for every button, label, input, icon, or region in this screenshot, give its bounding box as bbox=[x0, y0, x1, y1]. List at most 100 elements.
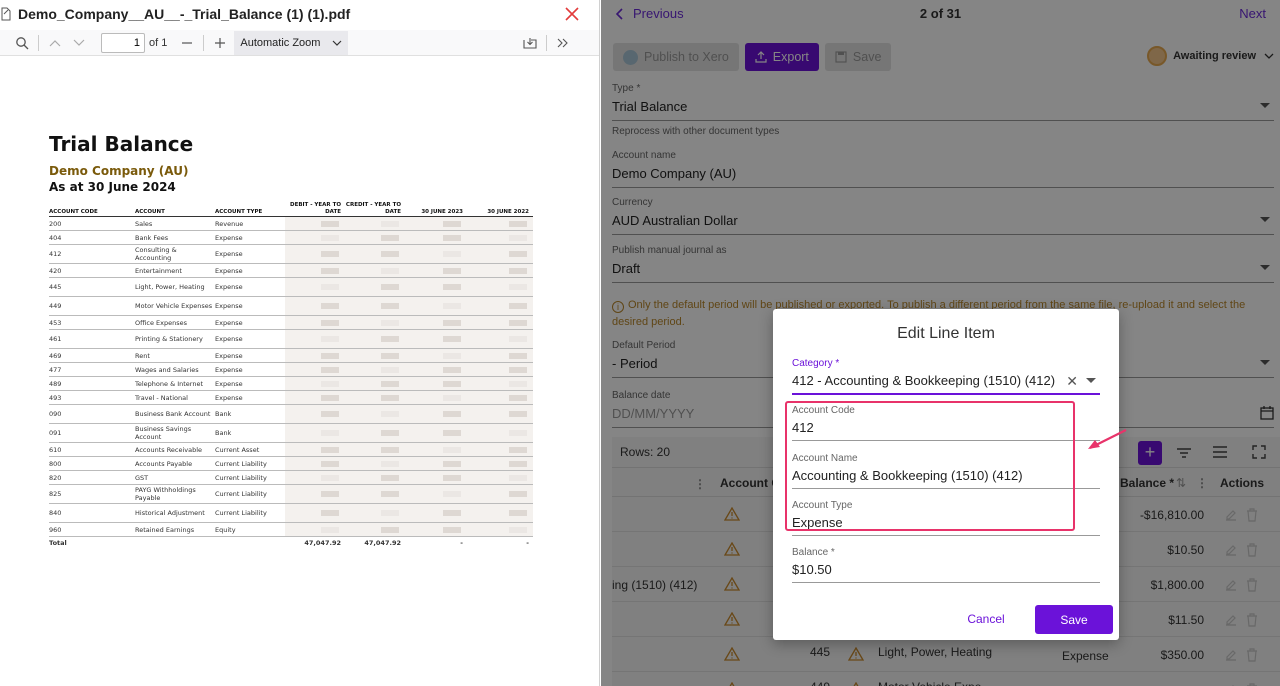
redacted-cell bbox=[285, 503, 345, 523]
more-tools-icon[interactable] bbox=[551, 32, 575, 54]
redacted-cell bbox=[345, 230, 405, 245]
account-code-field[interactable]: Account Code 412 bbox=[792, 405, 1100, 441]
redacted-cell bbox=[467, 376, 533, 391]
balance-value[interactable]: $10.50 bbox=[792, 562, 1100, 583]
cell-account: Motor Vehicle Expenses bbox=[135, 296, 215, 316]
cell-code: 461 bbox=[49, 329, 135, 349]
save-button[interactable]: Save bbox=[1035, 605, 1113, 634]
category-label: Category bbox=[792, 358, 833, 369]
document-company: Demo Company (AU) bbox=[49, 164, 189, 178]
zoom-in-icon[interactable] bbox=[208, 32, 232, 54]
table-row: 445 Light, Power, Heating Expense bbox=[49, 277, 533, 297]
cell-code: 825 bbox=[49, 484, 135, 504]
redacted-cell bbox=[345, 484, 405, 504]
pdf-titlebar: Demo_Company__AU__-_Trial_Balance (1) (1… bbox=[0, 0, 599, 28]
cell-code: 091 bbox=[49, 423, 135, 443]
page-number-input[interactable] bbox=[101, 32, 145, 53]
redacted-cell bbox=[467, 484, 533, 504]
redacted-cell bbox=[285, 456, 345, 471]
previous-page-icon[interactable] bbox=[43, 32, 67, 54]
cell-account: PAYG Withholdings Payable bbox=[135, 484, 215, 504]
redacted-cell bbox=[467, 315, 533, 330]
redacted-cell bbox=[467, 277, 533, 297]
cell-account: Entertainment bbox=[135, 263, 215, 278]
cell-type: Bank bbox=[215, 404, 285, 424]
redacted-cell bbox=[467, 470, 533, 485]
table-row: 820 GST Current Liability bbox=[49, 470, 533, 485]
account-type-label: Account Type bbox=[792, 500, 853, 511]
cell-account: Travel - National bbox=[135, 390, 215, 405]
redacted-cell bbox=[405, 456, 467, 471]
cell-type: Expense bbox=[215, 376, 285, 391]
redacted-cell bbox=[405, 522, 467, 537]
redacted-cell bbox=[405, 244, 467, 264]
redacted-cell bbox=[285, 230, 345, 245]
redacted-cell bbox=[345, 263, 405, 278]
page-count: of 1 bbox=[149, 36, 168, 49]
clear-icon[interactable]: ✕ bbox=[1066, 373, 1078, 390]
redacted-cell bbox=[467, 329, 533, 349]
close-icon[interactable] bbox=[562, 4, 582, 24]
redacted-cell bbox=[345, 423, 405, 443]
total-credit: 47,047.92 bbox=[364, 538, 401, 547]
balance-field[interactable]: Balance * $10.50 bbox=[792, 547, 1100, 583]
cell-code: 445 bbox=[49, 277, 135, 297]
next-page-icon[interactable] bbox=[67, 32, 91, 54]
cell-type: Expense bbox=[215, 263, 285, 278]
cell-type: Current Liability bbox=[215, 503, 285, 523]
category-select[interactable]: Category * 412 - Accounting & Bookkeepin… bbox=[792, 358, 1100, 395]
redacted-cell bbox=[345, 216, 405, 231]
redacted-cell bbox=[285, 484, 345, 504]
redacted-cell bbox=[467, 522, 533, 537]
zoom-out-icon[interactable] bbox=[175, 32, 199, 54]
redacted-cell bbox=[405, 423, 467, 443]
account-type-value[interactable]: Expense bbox=[792, 515, 1100, 536]
search-icon[interactable] bbox=[10, 32, 34, 54]
account-name-value[interactable]: Accounting & Bookkeeping (1510) (412) bbox=[792, 468, 1100, 489]
redacted-cell bbox=[405, 390, 467, 405]
table-row: 200 Sales Revenue bbox=[49, 216, 533, 231]
total-2022: - bbox=[526, 538, 529, 547]
zoom-select[interactable]: Automatic Zoom bbox=[234, 30, 349, 55]
cell-type: Expense bbox=[215, 348, 285, 363]
redacted-cell bbox=[405, 376, 467, 391]
account-type-field[interactable]: Account Type Expense bbox=[792, 500, 1100, 536]
dropdown-caret-icon[interactable] bbox=[1086, 378, 1096, 383]
pdf-page: Trial Balance Demo Company (AU) As at 30… bbox=[49, 132, 539, 547]
trial-balance-table: ACCOUNT CODE ACCOUNT ACCOUNT TYPE DEBIT … bbox=[49, 202, 533, 549]
cell-account: Historical Adjustment bbox=[135, 503, 215, 523]
table-row: 469 Rent Expense bbox=[49, 348, 533, 363]
cell-type: Expense bbox=[215, 244, 285, 264]
column-header: CREDIT - YEAR TO DATE bbox=[345, 202, 405, 217]
cell-code: 469 bbox=[49, 348, 135, 363]
cancel-button[interactable]: Cancel bbox=[955, 605, 1017, 633]
redacted-cell bbox=[467, 244, 533, 264]
balance-label: Balance bbox=[792, 547, 829, 558]
cell-account: Office Expenses bbox=[135, 315, 215, 330]
redacted-cell bbox=[467, 362, 533, 377]
redacted-cell bbox=[345, 470, 405, 485]
download-icon[interactable] bbox=[518, 32, 542, 54]
table-row: 489 Telephone & Internet Expense bbox=[49, 376, 533, 391]
table-row: 412 Consulting & Accounting Expense bbox=[49, 244, 533, 264]
cell-account: Accounts Receivable bbox=[135, 442, 215, 457]
column-header: ACCOUNT CODE bbox=[49, 202, 135, 217]
redacted-cell bbox=[405, 503, 467, 523]
table-row: 461 Printing & Stationery Expense bbox=[49, 329, 533, 349]
column-header: ACCOUNT TYPE bbox=[215, 202, 285, 217]
redacted-cell bbox=[285, 244, 345, 264]
pdf-viewer: Demo_Company__AU__-_Trial_Balance (1) (1… bbox=[0, 0, 600, 686]
cell-type: Expense bbox=[215, 296, 285, 316]
zoom-value: Automatic Zoom bbox=[240, 36, 321, 49]
cell-type: Expense bbox=[215, 329, 285, 349]
redacted-cell bbox=[345, 442, 405, 457]
redacted-cell bbox=[345, 503, 405, 523]
redacted-cell bbox=[345, 404, 405, 424]
redacted-cell bbox=[345, 456, 405, 471]
account-code-value[interactable]: 412 bbox=[792, 420, 1100, 441]
redacted-cell bbox=[405, 362, 467, 377]
redacted-cell bbox=[345, 348, 405, 363]
account-name-field[interactable]: Account Name Accounting & Bookkeeping (1… bbox=[792, 453, 1100, 489]
redacted-cell bbox=[345, 376, 405, 391]
cell-code: 960 bbox=[49, 522, 135, 537]
